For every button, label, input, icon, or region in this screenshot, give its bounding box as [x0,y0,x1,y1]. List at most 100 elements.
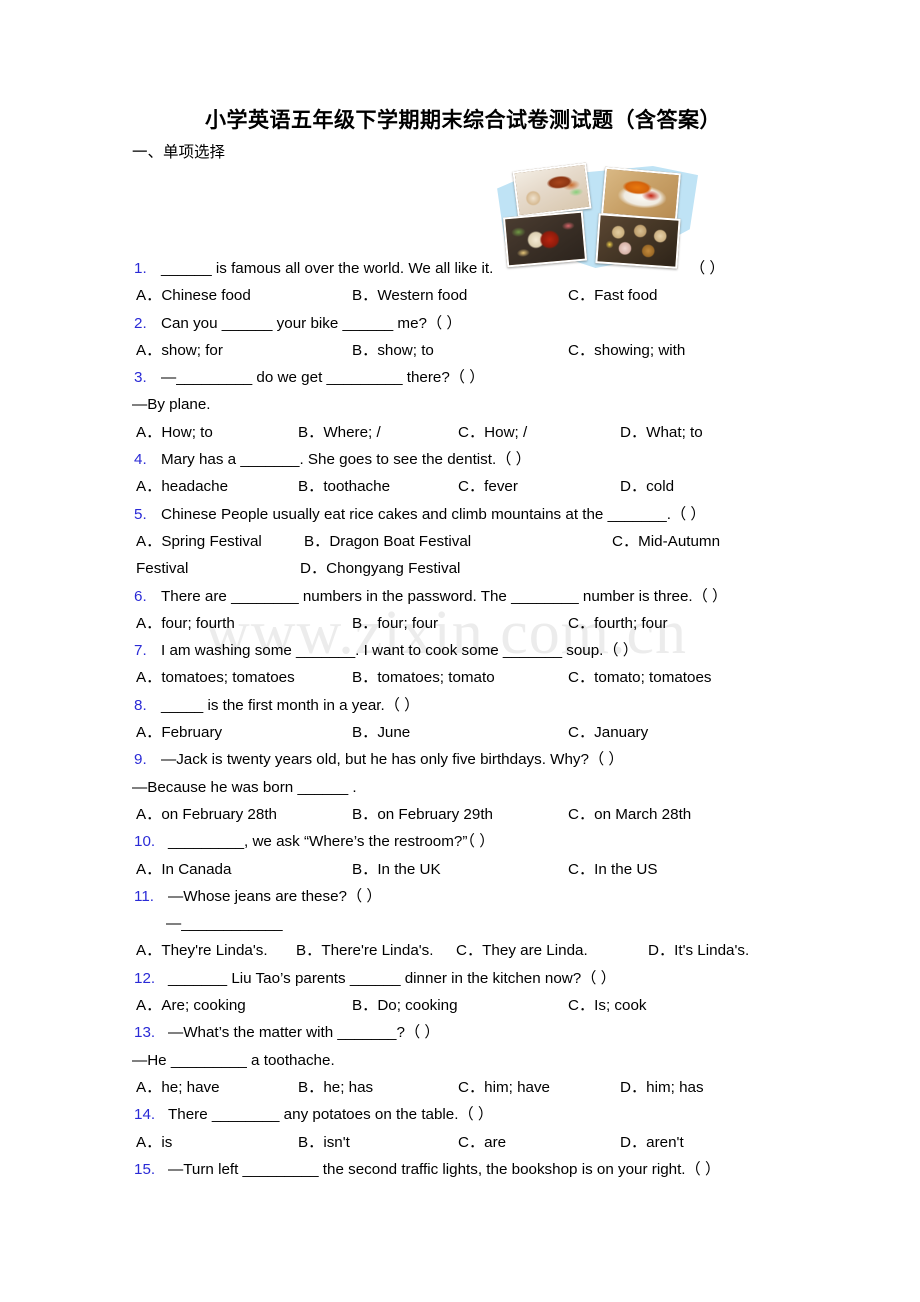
question-12-stem: 12. _______ Liu Tao’s parents ______ din… [0,965,920,992]
question-11-text: —Whose jeans are these?（ ） [168,887,382,905]
question-3-text: —_________ do we get _________ there?（ ） [161,369,485,387]
option-c[interactable]: C．Is; cook [568,992,647,1019]
question-2-text: Can you ______ your bike ______ me?（ ） [161,314,462,332]
option-b[interactable]: B．In the UK [352,856,441,883]
question-12-options: A．Are; cooking B．Do; cooking C．Is; cook [0,992,920,1019]
option-a[interactable]: A．Are; cooking [136,992,246,1019]
option-c[interactable]: C．They are Linda. [456,937,588,964]
option-a[interactable]: A．How; to [136,419,213,446]
question-3-answer-line: —By plane. [132,396,211,414]
option-a[interactable]: A．February [136,719,222,746]
question-5-options-row-1: A．Spring Festival B．Dragon Boat Festival… [0,528,920,555]
question-6-options: A．four; fourth B．four; four C．fourth; fo… [0,610,920,637]
exam-paper-page: 小学英语五年级下学期期末综合试卷测试题（含答案） 一、单项选择 1. _____… [0,0,920,1302]
question-8-text: _____ is the first month in a year.（ ） [161,696,420,714]
option-b[interactable]: B．Dragon Boat Festival [304,528,471,555]
chinese-food-collage-image [493,162,698,269]
option-c[interactable]: C．Fast food [568,282,657,309]
question-7-number: 7. [134,642,147,660]
question-9-text: —Jack is twenty years old, but he has on… [161,751,624,769]
option-c[interactable]: C．Mid-Autumn [612,528,720,555]
option-c[interactable]: C．fourth; four [568,610,668,637]
option-b[interactable]: B．on February 29th [352,801,493,828]
question-13-stem: 13. —What’s the matter with _______?（ ） [0,1019,920,1046]
page-title: 小学英语五年级下学期期末综合试卷测试题（含答案） [205,108,721,132]
option-a[interactable]: A．he; have [136,1074,220,1101]
question-15-text: —Turn left _________ the second traffic … [168,1160,721,1178]
question-6-number: 6. [134,587,147,605]
question-14-stem: 14. There ________ any potatoes on the t… [0,1101,920,1128]
question-10-options: A．In Canada B．In the UK C．In the US [0,856,920,883]
option-a[interactable]: A．show; for [136,337,223,364]
option-b[interactable]: B．tomatoes; tomato [352,664,495,691]
question-1-stem: 1. ______ is famous all over the world. … [0,255,920,282]
question-10-text: _________, we ask “Where’s the restroom?… [168,833,495,851]
option-a[interactable]: A．headache [136,473,228,500]
question-7-options: A．tomatoes; tomatoes B．tomatoes; tomato … [0,664,920,691]
option-c[interactable]: C．In the US [568,856,657,883]
question-2-number: 2. [134,314,147,332]
option-c-continued[interactable]: Festival [136,555,188,582]
option-b[interactable]: B．four; four [352,610,438,637]
option-b[interactable]: B．toothache [298,473,390,500]
option-d[interactable]: D．It's Linda's. [648,937,749,964]
option-b[interactable]: B．Western food [352,282,467,309]
question-3-stem: 3. —_________ do we get _________ there?… [0,364,920,391]
option-c[interactable]: C．him; have [458,1074,550,1101]
question-7-text: I am washing some _______. I want to coo… [161,642,638,660]
option-d[interactable]: D．aren't [620,1129,684,1156]
option-a[interactable]: A．In Canada [136,856,231,883]
question-list: 1. ______ is famous all over the world. … [0,255,920,1183]
question-9-stem: 9. —Jack is twenty years old, but he has… [0,746,920,773]
option-b[interactable]: B．Do; cooking [352,992,458,1019]
question-4-number: 4. [134,451,147,469]
option-c[interactable]: C．showing; with [568,337,685,364]
question-14-text: There ________ any potatoes on the table… [168,1106,494,1124]
question-1-answer-paren: （ ） [690,260,725,277]
option-b[interactable]: B．isn't [298,1129,350,1156]
question-4-options: A．headache B．toothache C．fever D．cold [0,473,920,500]
question-14-number: 14. [134,1106,156,1124]
option-b[interactable]: B．June [352,719,410,746]
option-c[interactable]: C．fever [458,473,518,500]
question-1-options: A．Chinese food B．Western food C．Fast foo… [0,282,920,309]
question-11-stem: 11. —Whose jeans are these?（ ） [0,883,920,910]
question-12-text: _______ Liu Tao’s parents ______ dinner … [168,969,616,987]
option-b[interactable]: B．There're Linda's. [296,937,434,964]
question-7-stem: 7. I am washing some _______. I want to … [0,637,920,664]
option-a[interactable]: A．on February 28th [136,801,277,828]
option-a[interactable]: A．is [136,1129,172,1156]
roast-duck-photo [512,162,592,218]
option-b[interactable]: B．show; to [352,337,434,364]
question-15-number: 15. [134,1160,156,1178]
option-a[interactable]: A．tomatoes; tomatoes [136,664,295,691]
question-6-text: There are ________ numbers in the passwo… [161,587,728,605]
option-a[interactable]: A．four; fourth [136,610,235,637]
option-c[interactable]: C．tomato; tomatoes [568,664,712,691]
question-4-text: Mary has a _______. She goes to see the … [161,451,531,469]
option-d[interactable]: D．What; to [620,419,703,446]
question-9-number: 9. [134,751,147,769]
option-c[interactable]: C．are [458,1129,506,1156]
question-1-number: 1. [134,260,147,277]
option-d[interactable]: D．cold [620,473,674,500]
option-c[interactable]: C．How; / [458,419,527,446]
option-c[interactable]: C．January [568,719,648,746]
option-b[interactable]: B．he; has [298,1074,373,1101]
question-3-number: 3. [134,369,147,387]
option-a[interactable]: A．They're Linda's. [136,937,268,964]
option-b[interactable]: B．Where; / [298,419,381,446]
question-9-options: A．on February 28th B．on February 29th C．… [0,801,920,828]
question-2-options: A．show; for B．show; to C．showing; with [0,337,920,364]
option-d[interactable]: D．Chongyang Festival [300,555,460,582]
question-8-options: A．February B．June C．January [0,719,920,746]
question-6-stem: 6. There are ________ numbers in the pas… [0,583,920,610]
question-8-stem: 8. _____ is the first month in a year.（ … [0,692,920,719]
question-12-number: 12. [134,969,156,987]
option-c[interactable]: C．on March 28th [568,801,691,828]
option-a[interactable]: A．Chinese food [136,282,251,309]
option-a[interactable]: A．Spring Festival [136,528,262,555]
question-13-options: A．he; have B．he; has C．him; have D．him; … [0,1074,920,1101]
option-d[interactable]: D．him; has [620,1074,704,1101]
question-11-answer-line: —____________ [166,915,283,933]
